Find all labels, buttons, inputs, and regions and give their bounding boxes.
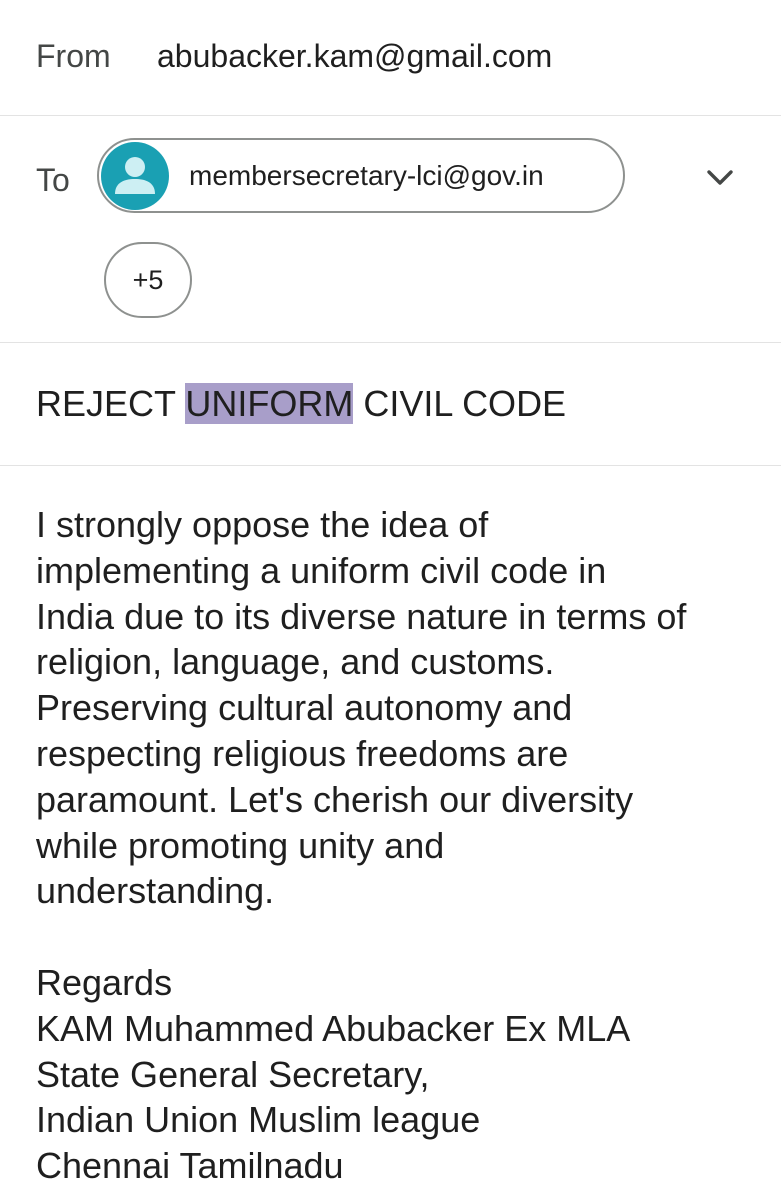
- subject-row[interactable]: REJECT UNIFORM CIVIL CODE: [0, 343, 781, 465]
- recipient-address: membersecretary-lci@gov.in: [189, 159, 544, 191]
- subject-field[interactable]: REJECT UNIFORM CIVIL CODE: [36, 383, 566, 425]
- subject-text-highlighted: UNIFORM: [185, 383, 354, 424]
- subject-text-before: REJECT: [36, 383, 186, 424]
- divider: [0, 465, 781, 466]
- to-row: To membersecretary-lci@gov.in +5: [0, 116, 781, 342]
- email-body[interactable]: I strongly oppose the idea of implementi…: [36, 502, 766, 1189]
- from-label: From: [36, 38, 111, 74]
- to-label: To: [36, 162, 70, 198]
- chevron-down-icon[interactable]: [700, 160, 740, 196]
- more-recipients-chip[interactable]: +5: [104, 242, 192, 318]
- avatar-icon: [101, 141, 169, 210]
- recipient-chip[interactable]: membersecretary-lci@gov.in: [97, 138, 625, 213]
- subject-text-after: CIVIL CODE: [353, 383, 567, 424]
- from-address[interactable]: abubacker.kam@gmail.com: [157, 38, 552, 75]
- from-row: From abubacker.kam@gmail.com: [0, 0, 781, 115]
